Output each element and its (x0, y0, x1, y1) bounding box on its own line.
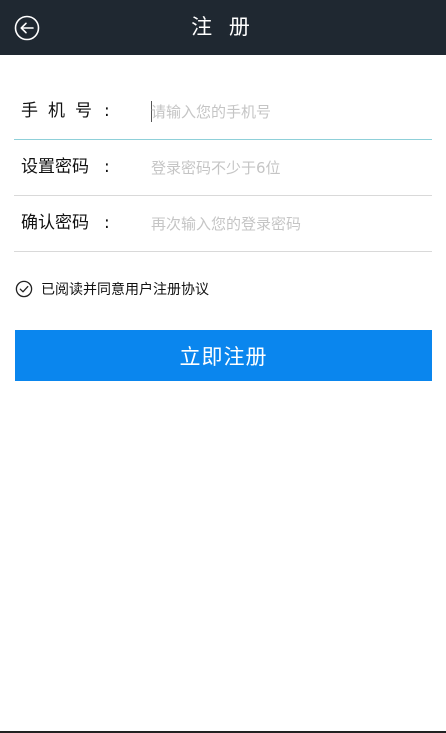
phone-row: 手机号 : (14, 84, 432, 140)
register-form: 手机号 : 设置密码 : 确认密码 : (14, 84, 432, 252)
password-label: 设置密码 (21, 157, 89, 177)
password-input[interactable] (151, 154, 421, 182)
agreement-label: 已阅读并同意用户注册协议 (41, 282, 209, 298)
register-button[interactable]: 立即注册 (15, 330, 432, 381)
phone-label: 手机号 (21, 101, 102, 121)
agreement-checkbox[interactable]: 已阅读并同意用户注册协议 (15, 278, 209, 300)
page-title: 注 册 (191, 15, 255, 39)
password-row: 设置密码 : (14, 140, 432, 196)
password-colon: : (104, 157, 110, 177)
phone-input[interactable] (151, 98, 421, 126)
confirm-password-input[interactable] (151, 210, 421, 238)
top-bar: 注 册 (0, 0, 446, 55)
check-circle-icon[interactable] (15, 280, 33, 298)
phone-colon: : (104, 101, 110, 121)
confirm-password-colon: : (104, 213, 110, 233)
register-screen: 注 册 手机号 : 设置密码 : 确认密码 : 已阅读并同意用户注册协议 立即注… (0, 0, 446, 733)
confirm-password-row: 确认密码 : (14, 196, 432, 252)
confirm-password-label: 确认密码 (21, 213, 89, 233)
